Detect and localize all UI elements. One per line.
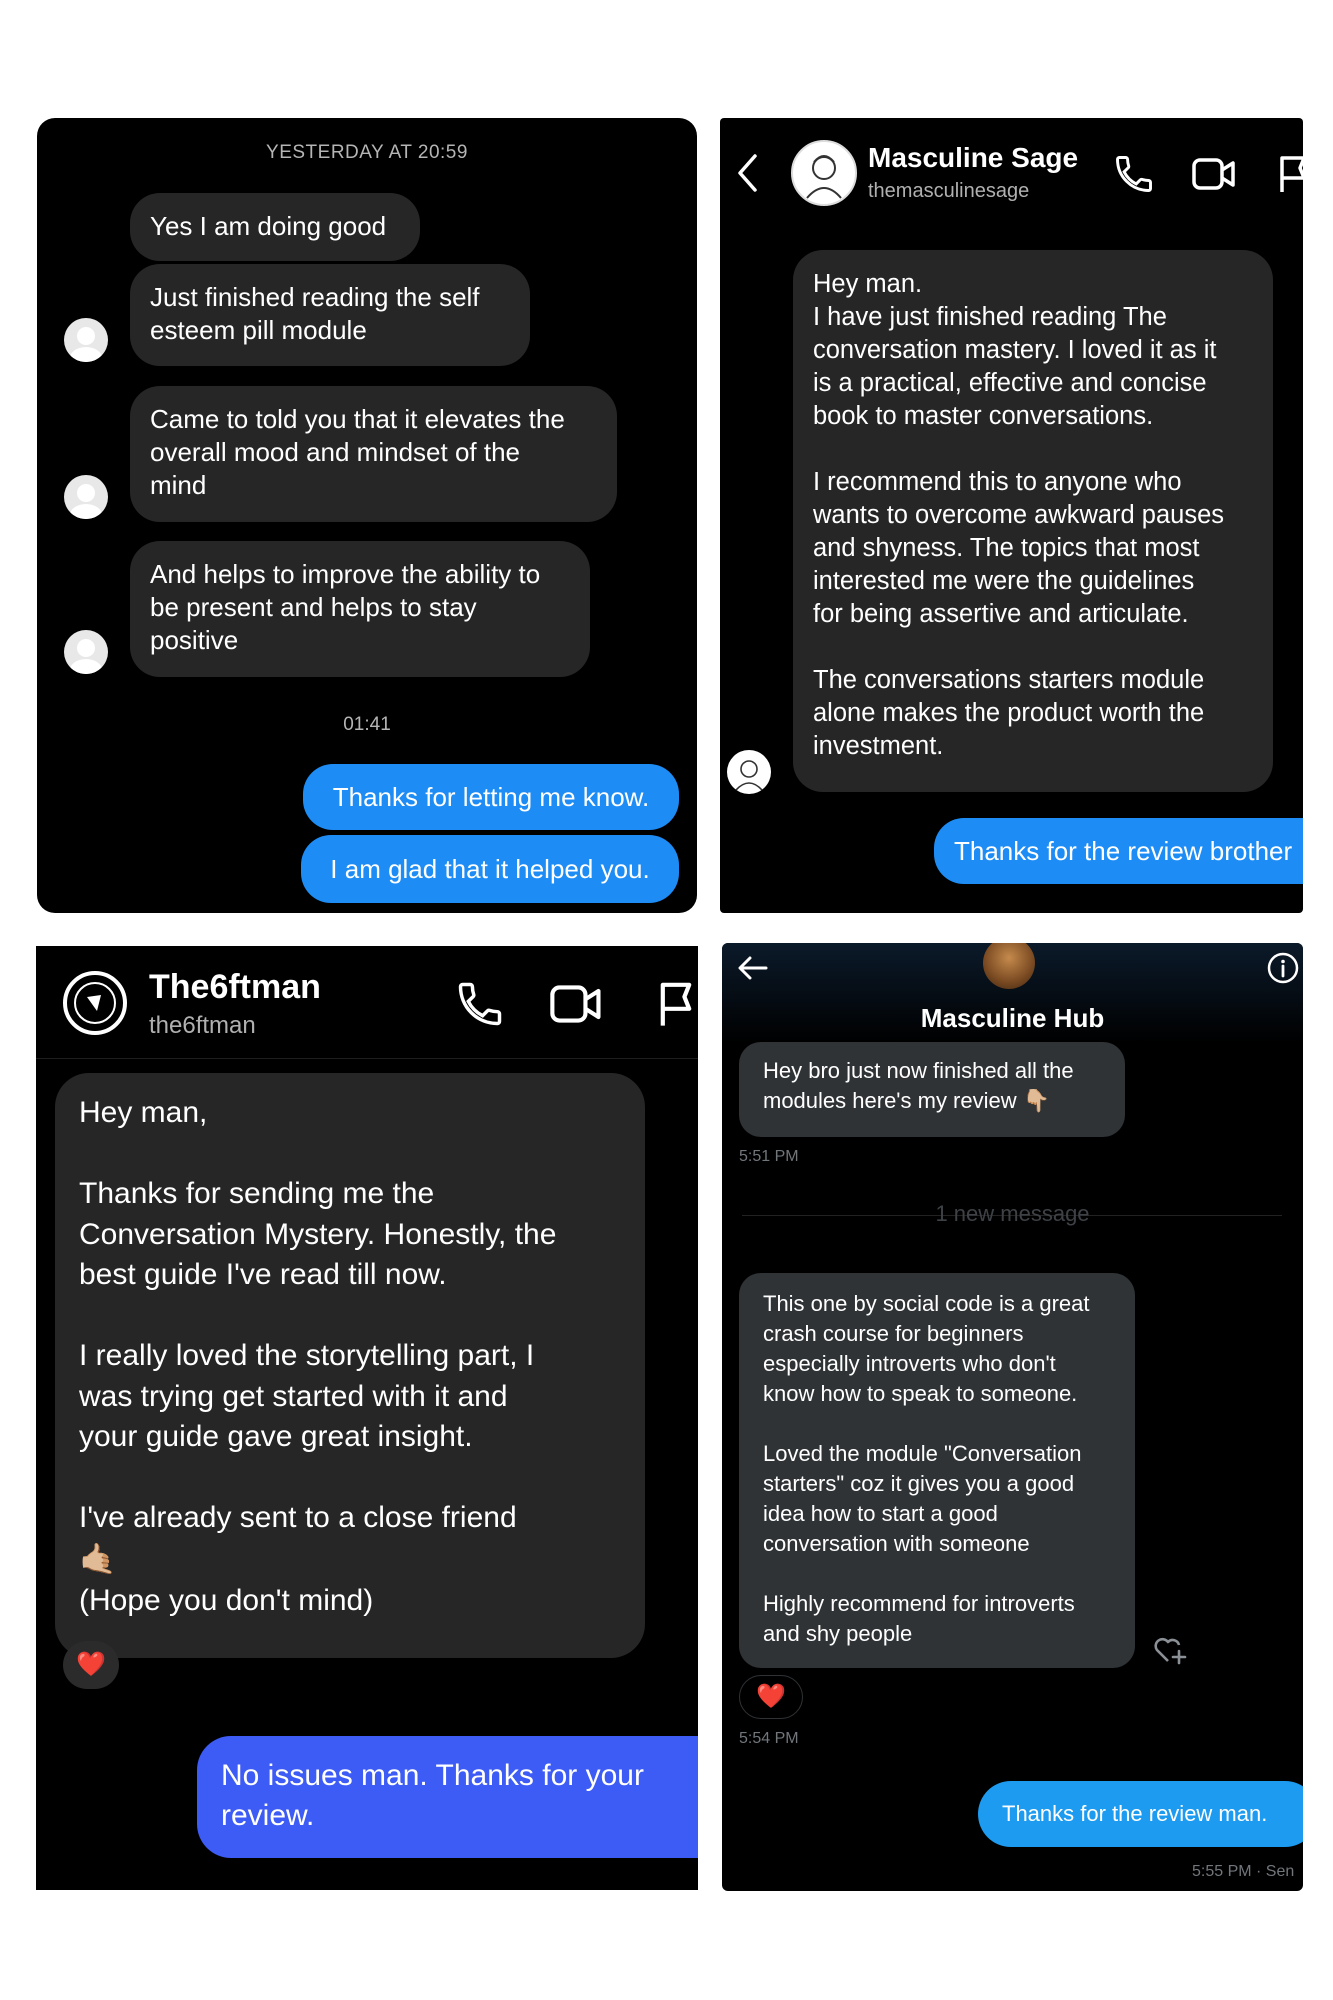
message-bubble-in[interactable]: Yes I am doing good [130, 193, 420, 261]
chat-panel-2: Masculine Sage themasculinesage Hey man.… [720, 118, 1303, 913]
phone-icon[interactable] [454, 978, 506, 1030]
avatar[interactable] [727, 750, 771, 794]
chat-panel-3: The6ftman the6ftman Hey man, Thanks for … [36, 946, 698, 1890]
message-bubble-in[interactable]: And helps to improve the ability to be p… [130, 541, 590, 677]
flag-icon[interactable] [654, 980, 698, 1028]
back-arrow-icon[interactable] [736, 153, 758, 193]
message-bubble-out[interactable]: I am glad that it helped you. [301, 835, 679, 903]
avatar[interactable] [64, 630, 108, 674]
avatar[interactable] [63, 971, 127, 1035]
message-bubble-out[interactable]: Thanks for the review man. [978, 1781, 1303, 1847]
message-bubble-out[interactable]: Thanks for the review brother [934, 818, 1303, 884]
phone-icon[interactable] [1112, 152, 1156, 196]
avatar[interactable] [64, 318, 108, 362]
message-bubble-in[interactable]: This one by social code is a great crash… [739, 1273, 1135, 1668]
flag-icon[interactable] [1278, 154, 1303, 194]
message-bubble-out[interactable]: No issues man. Thanks for your review. [197, 1736, 698, 1858]
avatar[interactable] [64, 475, 108, 519]
message-bubble-in[interactable]: Hey man, Thanks for sending me the Conve… [55, 1073, 645, 1658]
contact-name[interactable]: Masculine Sage [868, 142, 1078, 174]
reaction-heart[interactable]: ❤️ [63, 1641, 119, 1689]
video-call-icon[interactable] [1192, 154, 1236, 194]
timestamp-top: YESTERDAY AT 20:59 [266, 142, 468, 163]
reaction-heart[interactable]: ❤️ [739, 1675, 803, 1719]
message-bubble-in[interactable]: Just finished reading the self esteem pi… [130, 264, 530, 366]
contact-handle: themasculinesage [868, 180, 1030, 202]
contact-name[interactable]: Masculine Hub [722, 1003, 1303, 1034]
message-text: Hey man, Thanks for sending me the Conve… [79, 1096, 557, 1534]
message-timestamp: 5:51 PM [739, 1148, 799, 1165]
call-me-hand-emoji: 🤙🏼 [79, 1542, 117, 1576]
info-icon[interactable] [1266, 951, 1300, 985]
message-bubble-in[interactable]: Came to told you that it elevates the ov… [130, 386, 617, 522]
timestamp-mid: 01:41 [343, 714, 391, 735]
message-bubble-in[interactable]: Hey bro just now finished all the module… [739, 1042, 1125, 1137]
message-timestamp: 5:55 PM · Sen [1192, 1863, 1295, 1880]
new-message-divider: 1 new message [935, 1201, 1090, 1226]
header-divider [36, 1058, 698, 1059]
back-arrow-icon[interactable] [736, 953, 770, 983]
contact-name[interactable]: The6ftman [149, 968, 321, 1007]
video-call-icon[interactable] [550, 980, 602, 1028]
heart-icon: ❤️ [76, 1651, 106, 1678]
message-timestamp: 5:54 PM [739, 1730, 799, 1747]
avatar[interactable] [791, 140, 857, 206]
heart-icon: ❤️ [756, 1683, 786, 1710]
message-text: (Hope you don't mind) [79, 1583, 374, 1617]
chat-panel-4: Masculine Hub Hey bro just now finished … [722, 943, 1303, 1891]
message-bubble-in[interactable]: Hey man. I have just finished reading Th… [793, 250, 1273, 792]
add-reaction-icon[interactable] [1152, 1633, 1188, 1667]
contact-handle: the6ftman [149, 1012, 256, 1039]
chat-panel-1: YESTERDAY AT 20:59 Yes I am doing good J… [37, 118, 697, 913]
message-bubble-out[interactable]: Thanks for letting me know. [303, 764, 679, 830]
